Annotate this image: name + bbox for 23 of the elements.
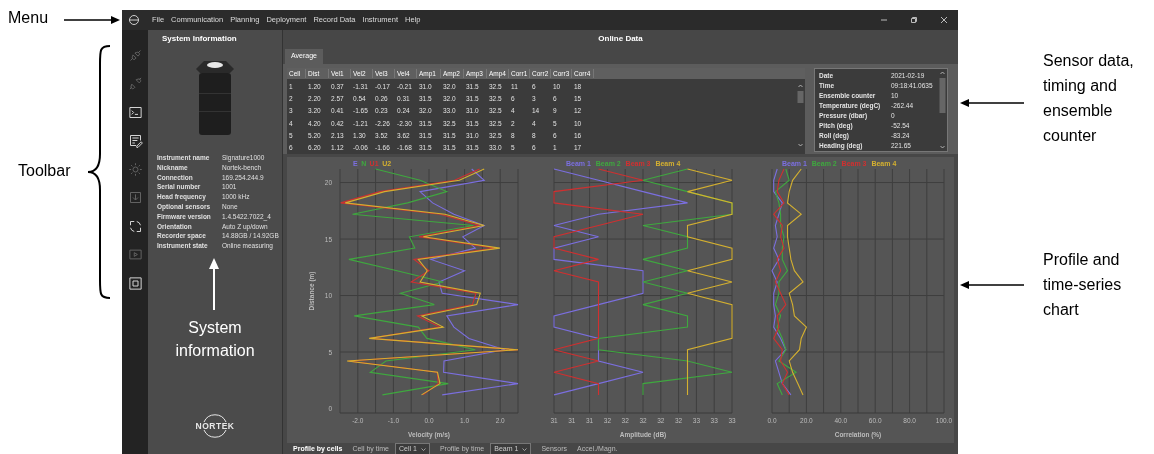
- panel-title: System Information: [162, 33, 238, 45]
- brand-logo: NORTEK: [192, 412, 238, 440]
- annotation-label: Menu: [8, 10, 49, 26]
- stop-icon[interactable]: [127, 275, 143, 291]
- logo-icon: [128, 14, 140, 26]
- pointer-arrow: [960, 98, 1024, 108]
- pointer-arrow: [960, 280, 1024, 290]
- annotation-label: Toolbar: [18, 163, 71, 179]
- close-icon[interactable]: [940, 16, 948, 24]
- annotation-label: System information: [174, 318, 256, 361]
- pointer-arrow: [208, 258, 220, 310]
- panel-title: Online Data: [598, 33, 643, 45]
- edit-icon[interactable]: [127, 133, 143, 148]
- terminal-icon[interactable]: [127, 104, 143, 120]
- refresh-icon[interactable]: [127, 218, 143, 234]
- minimize-icon[interactable]: [880, 16, 888, 24]
- caret-icon: [420, 447, 426, 451]
- caret-icon: [522, 447, 528, 451]
- annotation-label: Sensor data, timing and ensemble counter: [1043, 51, 1135, 146]
- restore-icon[interactable]: [910, 16, 918, 24]
- pointer-arrow: [64, 15, 120, 25]
- scrollbar[interactable]: [938, 69, 947, 151]
- annotation-label: Profile and time-series chart: [1043, 250, 1123, 320]
